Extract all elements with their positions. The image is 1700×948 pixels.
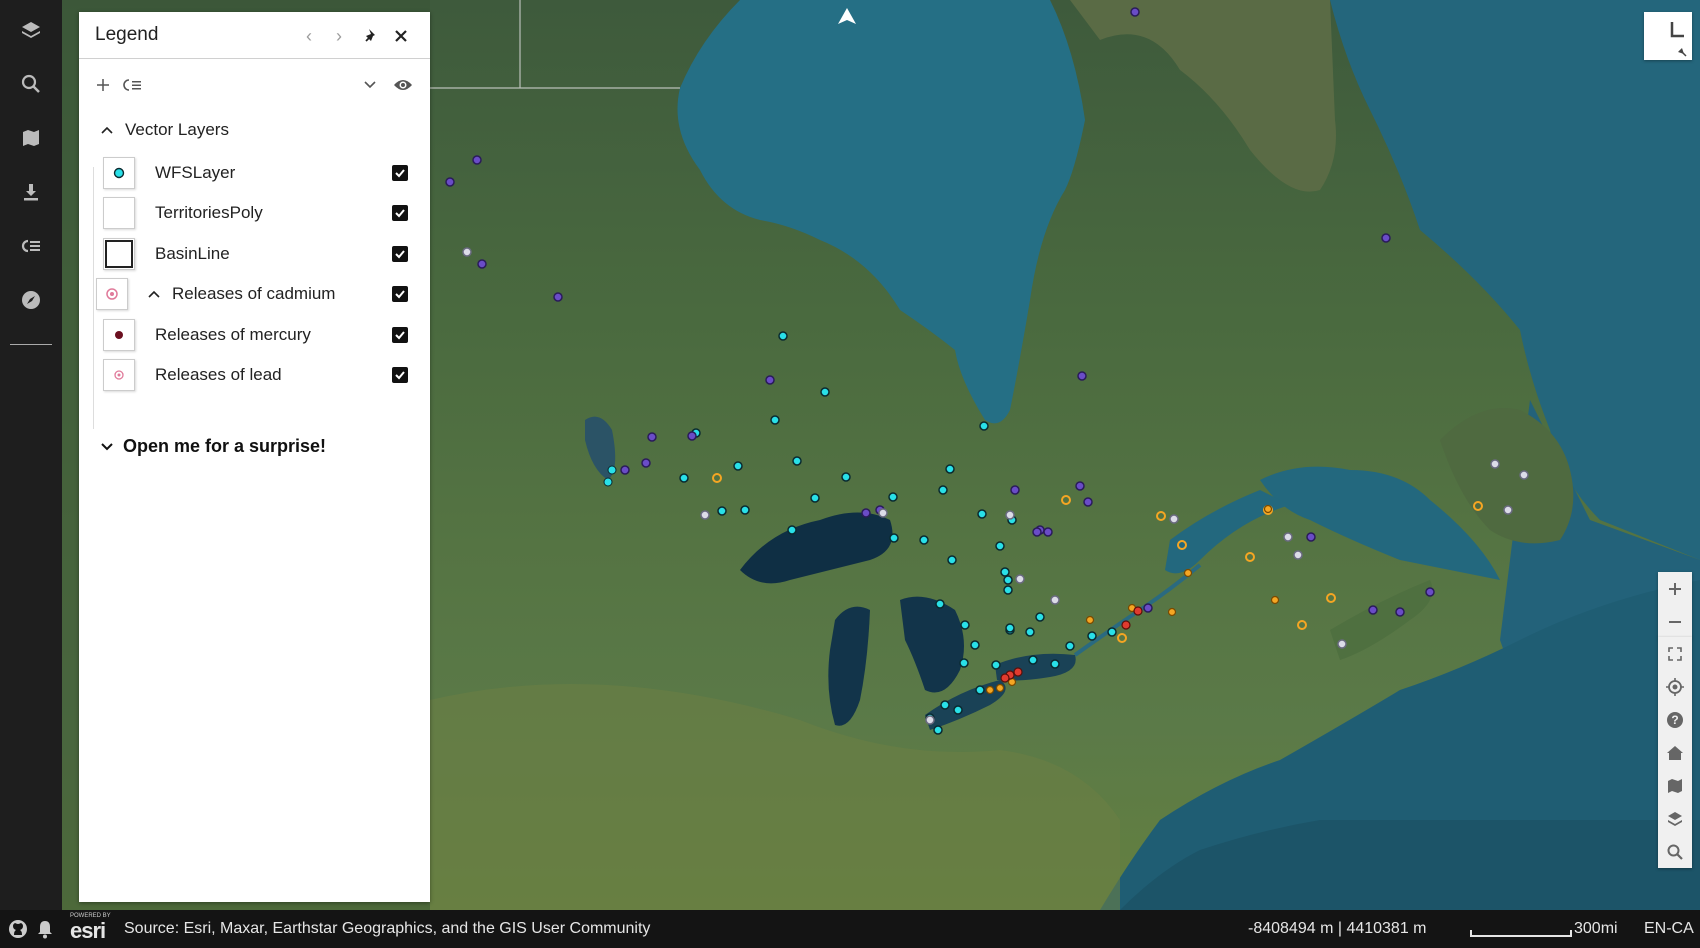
basemap-icon[interactable]: [1658, 769, 1692, 802]
cadmium-symbol-icon: [96, 278, 128, 310]
chevron-up-icon[interactable]: [148, 290, 160, 298]
pin-icon[interactable]: [359, 24, 383, 48]
vector-layers-group[interactable]: Vector Layers: [101, 117, 229, 143]
add-layer-icon[interactable]: [91, 73, 115, 97]
compass-icon[interactable]: [11, 280, 51, 320]
mercury-symbol-icon: [103, 319, 135, 351]
chevron-right-icon[interactable]: ›: [327, 24, 351, 48]
chevron-up-icon: [101, 126, 113, 134]
layer-visibility-checkbox[interactable]: [392, 286, 408, 302]
visibility-eye-icon[interactable]: [391, 73, 415, 97]
layers-icon[interactable]: [11, 10, 51, 50]
chevron-left-icon[interactable]: ‹: [297, 24, 321, 48]
layer-visibility-checkbox[interactable]: [392, 205, 408, 221]
scale-bar: [1470, 930, 1572, 937]
home-icon[interactable]: [1658, 736, 1692, 769]
layer-row-cadmium[interactable]: Releases of cadmium: [93, 275, 413, 313]
zoom-in-icon[interactable]: [1658, 572, 1692, 605]
surprise-group[interactable]: Open me for a surprise!: [101, 436, 326, 457]
github-icon[interactable]: [8, 919, 28, 944]
app-bar: [0, 0, 62, 910]
layer-visibility-checkbox[interactable]: [392, 327, 408, 343]
footer-bar: POWERED BY esri Source: Esri, Maxar, Ear…: [0, 910, 1700, 948]
layer-name: WFSLayer: [155, 163, 236, 182]
legend-title: Legend: [95, 24, 159, 45]
layer-row-lead[interactable]: Releases of lead: [93, 356, 413, 394]
lead-symbol-icon: [103, 359, 135, 391]
legend-header: Legend ‹ ›: [79, 12, 430, 59]
download-icon[interactable]: [11, 172, 51, 212]
coordinate-readout: -8408494 m | 4410381 m: [1248, 920, 1427, 937]
polygon-symbol-icon: [103, 197, 135, 229]
scale-label: 300mi: [1574, 920, 1618, 937]
layers-icon[interactable]: [1658, 802, 1692, 835]
appbar-divider: [10, 344, 52, 345]
layer-row-basinline[interactable]: BasinLine: [93, 235, 413, 273]
search-icon[interactable]: [11, 64, 51, 104]
map-tools: ?: [1658, 637, 1692, 868]
legend-list-icon[interactable]: [121, 73, 145, 97]
zoom-out-icon[interactable]: [1658, 605, 1692, 638]
locate-icon[interactable]: [1658, 670, 1692, 703]
close-icon[interactable]: [389, 24, 413, 48]
legend-toolbar: [79, 59, 430, 109]
search-icon[interactable]: [1658, 835, 1692, 868]
layer-name: Releases of lead: [155, 365, 282, 384]
group-label: Vector Layers: [125, 120, 229, 139]
layer-visibility-checkbox[interactable]: [392, 367, 408, 383]
line-symbol-icon: [103, 238, 135, 270]
legend-icon[interactable]: [11, 226, 51, 266]
layer-name: Releases of cadmium: [172, 284, 336, 303]
layer-row-mercury[interactable]: Releases of mercury: [93, 316, 413, 354]
layer-visibility-checkbox[interactable]: [392, 246, 408, 262]
help-icon[interactable]: ?: [1658, 703, 1692, 736]
layer-row-wfslayer[interactable]: WFSLayer: [93, 154, 413, 192]
svg-text:?: ?: [1671, 713, 1678, 727]
notification-bell-icon[interactable]: [36, 919, 54, 944]
surprise-label: Open me for a surprise!: [123, 436, 327, 456]
wfs-symbol-icon: [103, 157, 135, 189]
layer-name: TerritoriesPoly: [155, 203, 263, 222]
layer-name: BasinLine: [155, 244, 230, 263]
attribution-text: Source: Esri, Maxar, Earthstar Geographi…: [124, 920, 651, 937]
layer-name: Releases of mercury: [155, 325, 311, 344]
fullscreen-icon[interactable]: [1658, 637, 1692, 670]
zoom-controls: [1658, 572, 1692, 638]
map-icon[interactable]: [11, 118, 51, 158]
esri-logo: esri: [70, 918, 106, 943]
chevron-down-icon[interactable]: [358, 73, 382, 97]
overview-map-toggle[interactable]: [1644, 12, 1692, 60]
legend-panel: Legend ‹ › Vector Layers WFSLayer Territ…: [79, 12, 430, 902]
language-selector[interactable]: EN-CA: [1644, 920, 1694, 938]
layer-visibility-checkbox[interactable]: [392, 165, 408, 181]
chevron-down-icon: [101, 442, 113, 450]
layer-row-territoriespoly[interactable]: TerritoriesPoly: [93, 194, 413, 232]
